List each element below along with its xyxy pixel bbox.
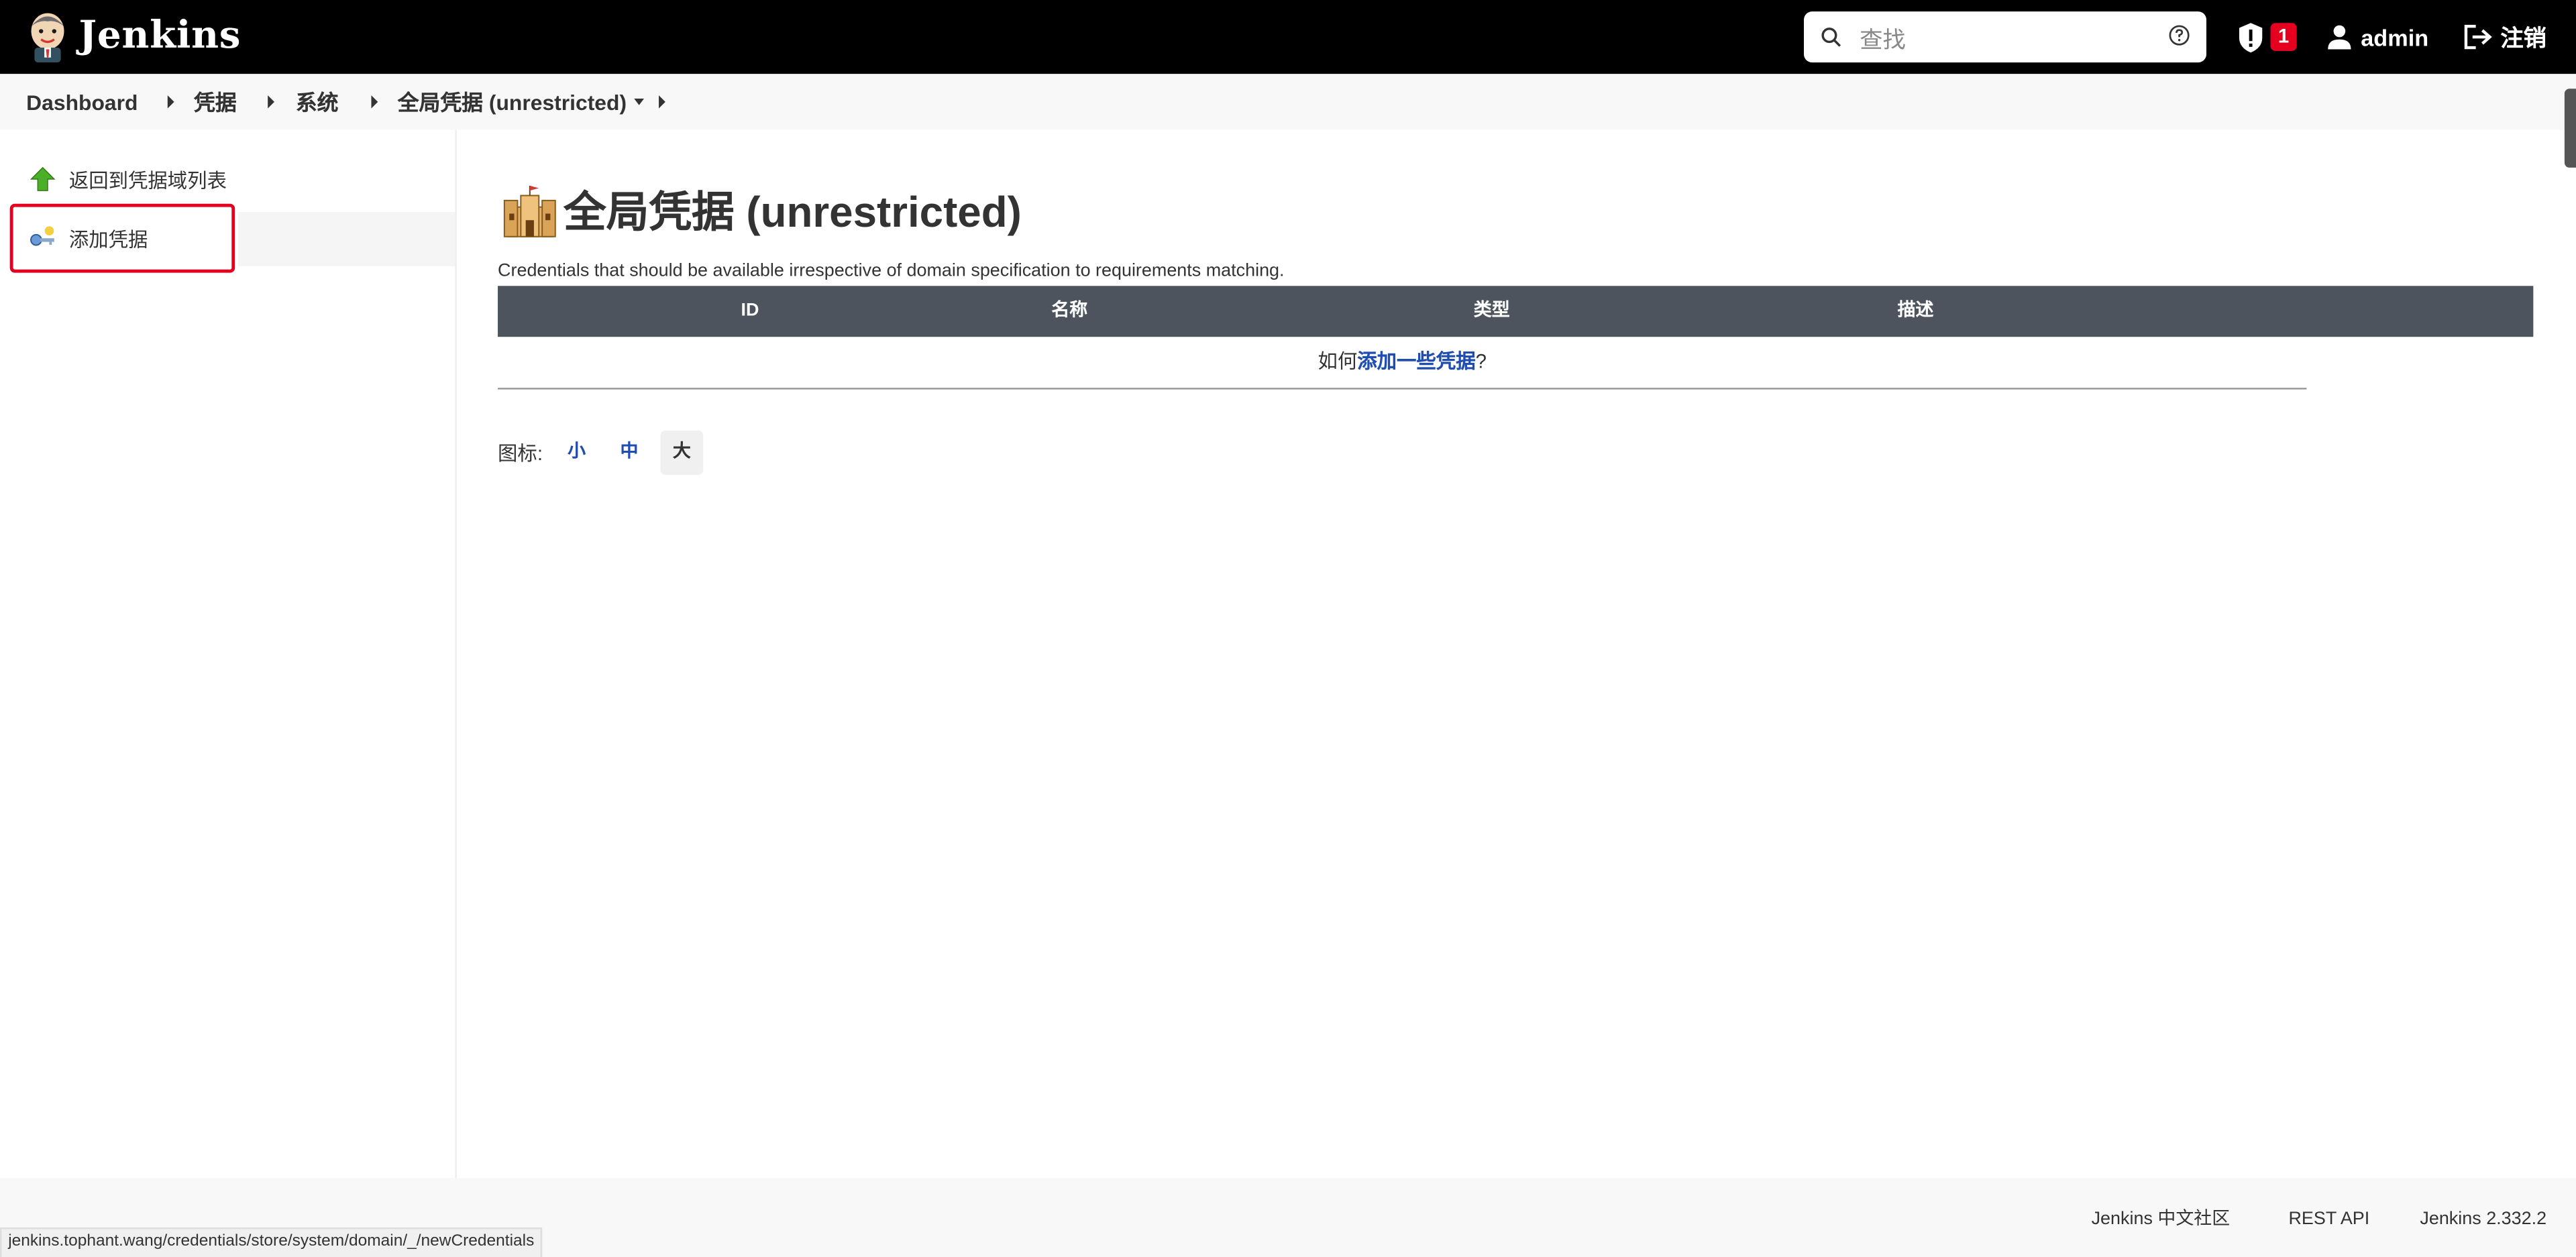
jenkins-page: Jenkins 1 admin [0,0,2576,1257]
page-title: 全局凭据 (unrestricted) [564,187,1022,237]
breadcrumb-global-credentials[interactable]: 全局凭据 (unrestricted) [398,89,627,117]
up-arrow-icon [30,166,56,191]
breadcrumb-credentials[interactable]: 凭据 [194,89,237,117]
security-badge[interactable]: 1 [2270,23,2297,51]
search-icon [1821,28,1841,47]
logout-icon[interactable] [2463,23,2494,51]
icon-size-small-button[interactable]: 小 [555,431,598,475]
sidebar-item-label: 返回到凭据域列表 [68,169,227,193]
search-input[interactable] [1856,17,2159,60]
empty-prefix: 如何 [1318,349,1358,374]
castle-icon [503,185,556,237]
help-icon[interactable] [2169,25,2190,46]
breadcrumb: Dashboard 凭据 系统 全局凭据 (unrestricted) [0,74,2576,130]
column-header-name[interactable]: 名称 [1051,299,1087,324]
empty-suffix: ? [1475,349,1487,374]
main-content: 全局凭据 (unrestricted) Credentials that sho… [498,130,2535,1179]
footer-version-link[interactable]: Jenkins 2.332.2 [2420,1208,2546,1231]
search-box[interactable] [1804,11,2207,63]
icon-size-medium-button[interactable]: 中 [608,431,651,475]
breadcrumb-dashboard[interactable]: Dashboard [26,89,138,117]
sidebar-item-back-to-domains[interactable]: 返回到凭据域列表 [0,153,455,207]
footer-rest-api-link[interactable]: REST API [2288,1208,2369,1231]
table-header: ID 名称 类型 描述 [498,286,2534,337]
breadcrumb-separator-icon[interactable] [268,95,274,109]
page-description: Credentials that should be available irr… [498,261,1285,281]
empty-table-message: 如何添加一些凭据? [498,337,2307,390]
top-header: Jenkins 1 admin [0,0,2576,74]
add-some-credentials-link[interactable]: 添加一些凭据 [1357,350,1475,373]
column-header-type[interactable]: 类型 [1474,299,1510,324]
icon-size-label: 图标: [498,441,543,466]
breadcrumb-separator-icon[interactable] [371,95,378,109]
status-bar-url: jenkins.tophant.wang/credentials/store/s… [0,1227,543,1257]
column-header-description[interactable]: 描述 [1898,299,1934,324]
security-shield-icon[interactable] [2236,21,2265,54]
breadcrumb-separator-icon[interactable] [167,95,174,109]
icon-size-large-button[interactable]: 大 [660,430,704,475]
breadcrumb-separator-icon[interactable] [659,95,665,109]
logout-link[interactable]: 注销 [2500,21,2546,54]
user-name-link[interactable]: admin [2361,21,2428,54]
user-icon[interactable] [2326,23,2353,51]
breadcrumb-system[interactable]: 系统 [296,89,339,117]
highlight-box [9,203,235,273]
jenkins-logo-icon[interactable] [23,10,72,63]
chevron-down-icon[interactable] [634,98,645,105]
brand-name[interactable]: Jenkins [79,10,241,62]
side-panel-handle[interactable] [2564,89,2576,168]
sidebar: 返回到凭据域列表 添加凭据 [0,129,457,1179]
footer-community-link[interactable]: Jenkins 中文社区 [2092,1208,2231,1231]
column-header-id[interactable]: ID [741,299,759,324]
